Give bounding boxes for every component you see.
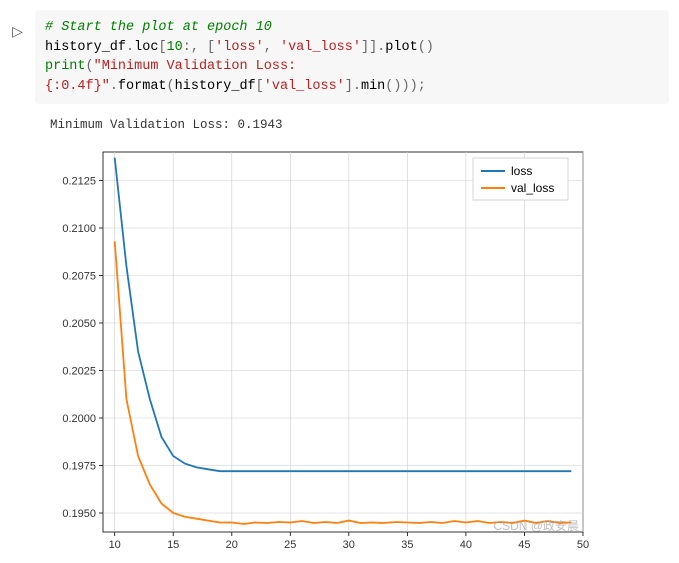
output-text: Minimum Validation Loss: 0.1943 [0,114,679,136]
svg-text:45: 45 [518,539,530,551]
code-comment: # Start the plot at epoch 10 [45,20,272,35]
run-cell-button[interactable]: ▷ [0,10,35,104]
x-axis-labels: 10 15 20 25 30 35 40 45 50 [109,539,590,551]
svg-text:0.2125: 0.2125 [62,176,96,188]
svg-text:0.1975: 0.1975 [62,461,96,473]
legend: loss val_loss [473,158,568,200]
watermark: CSDN @政安晨 [493,517,579,534]
legend-valloss-label: val_loss [511,181,554,195]
svg-text:10: 10 [109,539,121,551]
legend-loss-label: loss [511,164,532,178]
svg-text:0.2100: 0.2100 [62,223,96,235]
play-icon: ▷ [12,24,23,104]
code-editor[interactable]: # Start the plot at epoch 10 history_df.… [35,10,669,104]
svg-text:40: 40 [460,539,472,551]
svg-text:30: 30 [343,539,355,551]
svg-text:35: 35 [401,539,413,551]
svg-text:0.2025: 0.2025 [62,366,96,378]
svg-text:20: 20 [226,539,238,551]
y-axis-labels: 0.1950 0.1975 0.2000 0.2025 0.2050 0.207… [62,176,96,521]
code-cell: ▷ # Start the plot at epoch 10 history_d… [0,0,679,114]
y-axis-ticks [99,181,103,514]
svg-text:50: 50 [577,539,589,551]
svg-text:0.1950: 0.1950 [62,508,96,520]
svg-text:0.2075: 0.2075 [62,271,96,283]
svg-text:15: 15 [167,539,179,551]
chart-border [103,152,583,532]
loss-chart: loss val_loss 0.1950 0.1975 0.2000 0.202… [48,142,608,562]
svg-text:0.2000: 0.2000 [62,413,96,425]
svg-text:0.2050: 0.2050 [62,318,96,330]
chart-output: loss val_loss 0.1950 0.1975 0.2000 0.202… [0,136,679,562]
svg-text:25: 25 [284,539,296,551]
